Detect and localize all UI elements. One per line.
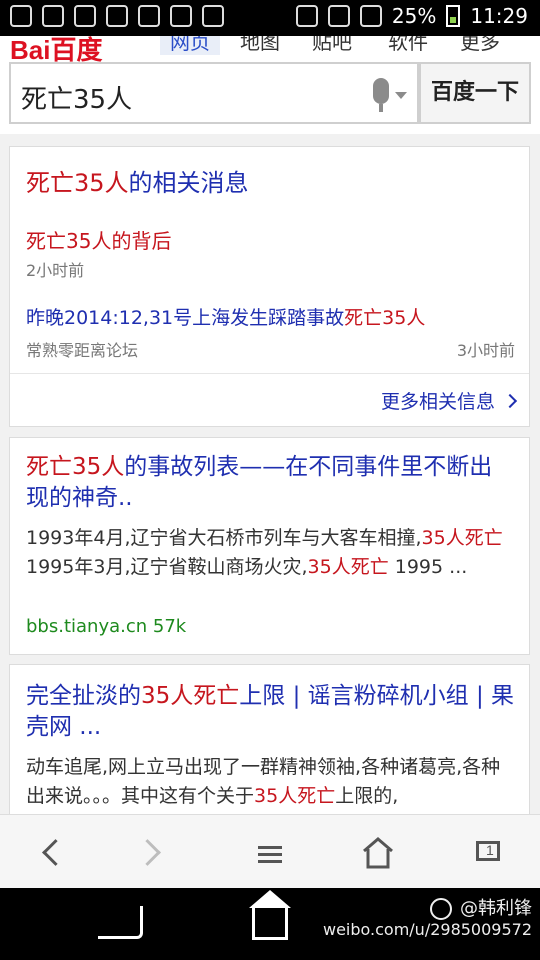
gallery-icon (202, 5, 224, 27)
search-area: 死亡35人 百度一下 (0, 62, 540, 134)
chevron-right-icon (502, 393, 518, 408)
result-snippet: 动车追尾,网上立马出现了一群精神领袖,各种诸葛亮,各种出来说。。。其中这有个关于… (26, 756, 501, 807)
forward-button[interactable] (132, 833, 172, 873)
result-card: 完全扯淡的35人死亡上限 | 谣言粉碎机小组 | 果壳网 ... 动车追尾,网上… (9, 664, 530, 824)
baidu-logo[interactable]: Bai百度 (10, 36, 102, 62)
news-item-1[interactable]: 死亡35人的背后 (26, 225, 171, 254)
nfc-icon (295, 5, 318, 27)
tab-tieba[interactable]: 贴吧 (312, 36, 352, 55)
home-icon[interactable] (249, 890, 291, 940)
more-related-link[interactable]: 更多相关信息 (381, 387, 518, 414)
add-icon (10, 5, 32, 27)
search-app-icon (42, 5, 64, 27)
sim-icon (138, 5, 160, 27)
result-title[interactable]: 完全扯淡的35人死亡上限 | 谣言粉碎机小组 | 果壳网 ... (26, 681, 515, 743)
battery-percent: 25% (391, 4, 437, 28)
search-button[interactable]: 百度一下 (419, 62, 531, 124)
home-button[interactable] (358, 833, 398, 873)
battery-icon (446, 5, 461, 27)
tabs-button[interactable] (466, 833, 506, 873)
chevron-left-icon (42, 839, 69, 866)
search-query: 死亡35人 (21, 85, 133, 115)
tabs-icon (476, 841, 500, 861)
tab-map[interactable]: 地图 (240, 36, 280, 55)
clock: 11:29 (470, 4, 528, 28)
menu-icon (258, 842, 282, 863)
news-card: 死亡35人的相关消息 死亡35人的背后 2小时前 昨晚2014:12,31号上海… (9, 146, 530, 427)
news-item-2-time: 3小时前 (456, 341, 515, 360)
menu-button[interactable] (248, 833, 288, 873)
tab-software[interactable]: 软件 (388, 36, 428, 55)
news-item-1-time: 2小时前 (26, 261, 85, 280)
status-icons-right: 25% 11:29 (295, 4, 528, 28)
watermark: @韩利锋 weibo.com/u/2985009572 (322, 898, 532, 939)
chevron-down-icon[interactable] (395, 92, 407, 99)
news-item-2-source: 常熟零距离论坛 (26, 341, 139, 360)
divider (10, 373, 529, 374)
signal-question-icon (74, 5, 96, 27)
status-bar: 25% 11:29 (0, 0, 540, 36)
app-icon (170, 5, 192, 27)
tab-more[interactable]: 更多 (460, 36, 500, 55)
alarm-icon (327, 5, 350, 27)
weibo-icon (430, 898, 452, 920)
tab-web[interactable]: 网页 (160, 36, 220, 55)
system-nav-bar: @韩利锋 weibo.com/u/2985009572 (0, 888, 540, 960)
microphone-icon[interactable] (373, 78, 389, 112)
screen-icon (106, 5, 128, 27)
baidu-logo-text: Bai百度 (10, 36, 103, 62)
result-url[interactable]: bbs.tianya.cn 57k (26, 616, 186, 637)
browser-toolbar (0, 814, 540, 889)
result-title[interactable]: 死亡35人的事故列表——在不同事件里不断出现的神奇.. (26, 452, 515, 514)
result-snippet: 1993年4月,辽宁省大石桥市列车与大客车相撞,35人死亡 1995年3月,辽宁… (26, 527, 503, 578)
chevron-right-icon (134, 839, 161, 866)
news-item-2[interactable]: 昨晚2014:12,31号上海发生踩踏事故死亡35人 (26, 303, 425, 330)
signal-icon (359, 5, 382, 27)
back-button[interactable] (34, 833, 74, 873)
top-nav: Bai百度 网页 地图 贴吧 软件 更多 (0, 36, 540, 62)
search-input[interactable]: 死亡35人 (9, 62, 419, 124)
back-icon[interactable] (98, 906, 143, 939)
status-icons-left (10, 5, 224, 27)
home-icon (363, 837, 393, 869)
news-card-title[interactable]: 死亡35人的相关消息 (26, 163, 249, 198)
result-card: 死亡35人的事故列表——在不同事件里不断出现的神奇.. 1993年4月,辽宁省大… (9, 437, 530, 655)
